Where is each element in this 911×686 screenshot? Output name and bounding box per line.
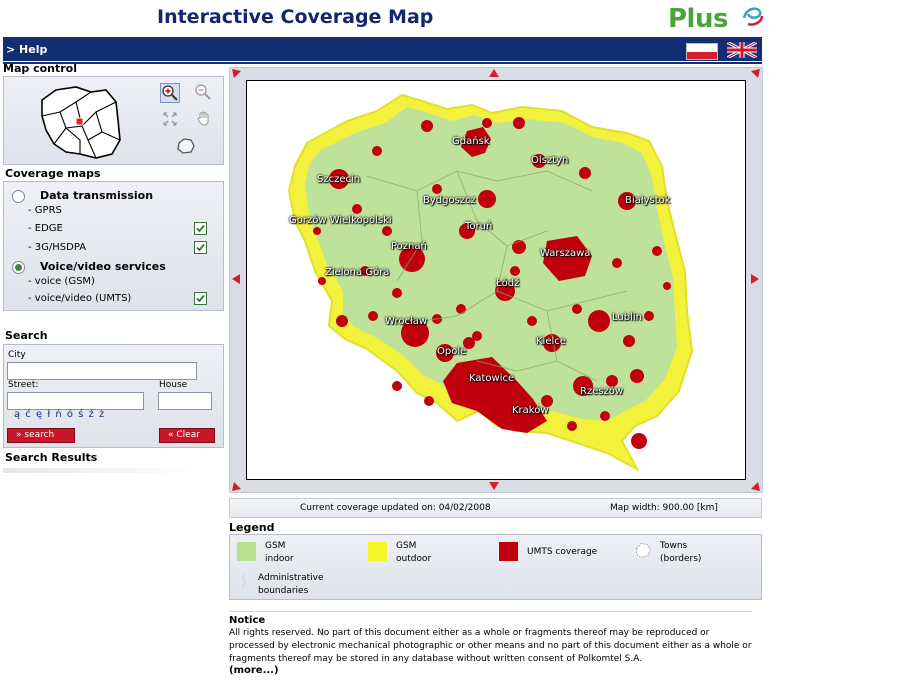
pan-south-arrow-icon[interactable] (489, 482, 499, 490)
uk-flag-icon[interactable] (727, 42, 757, 58)
city-label-rzeszow: Rzeszów (580, 386, 624, 397)
coverage-maps-panel: Data transmission - GPRS - EDGE - 3G/HSD… (3, 181, 224, 311)
select-area-icon[interactable] (176, 137, 195, 155)
search-panel: City Street: House ą ć ę ł ń ó ś ź ż » s… (3, 344, 224, 448)
pan-hand-icon[interactable] (196, 110, 214, 128)
pan-north-arrow-icon[interactable] (489, 69, 499, 77)
special-characters[interactable]: ą ć ę ł ń ó ś ź ż (14, 409, 105, 420)
city-label-wroclaw: Wrocław (385, 316, 428, 327)
voice-video-radio[interactable] (12, 261, 25, 274)
street-input[interactable] (7, 392, 144, 410)
city-label-opole: Opole (437, 346, 467, 357)
top-bar: > Help (3, 37, 762, 64)
umts-swatch (499, 542, 518, 561)
city-label-bydgoszcz: Bydgoszcz (423, 195, 476, 206)
logo-text: Plus (668, 4, 728, 34)
more-link[interactable]: (more...) (229, 665, 279, 676)
gsm-outdoor-label-2: outdoor (396, 554, 432, 564)
pan-southwest-arrow-icon[interactable] (232, 481, 242, 491)
pan-west-arrow-icon[interactable] (232, 274, 240, 284)
towns-borders-icon (636, 543, 651, 558)
data-transmission-label[interactable]: Data transmission (40, 189, 153, 202)
zoom-out-icon[interactable] (194, 83, 212, 101)
city-label-zielona-gora: Zielona Góra (325, 267, 390, 278)
edge-checkbox[interactable] (194, 222, 207, 235)
page-title: Interactive Coverage Map (157, 6, 434, 28)
admin-boundaries-icon (240, 573, 247, 589)
logo-swirl-icon (742, 7, 764, 26)
gsm-indoor-swatch (237, 542, 256, 561)
towns-label-1: Towns (660, 541, 688, 551)
notice-text: All rights reserved. No part of this doc… (229, 628, 752, 664)
hsdpa-label: - 3G/HSDPA (28, 242, 87, 253)
city-label-poznan: Poznań (391, 241, 427, 252)
house-label: House (159, 380, 188, 390)
polish-flag-icon[interactable] (686, 43, 718, 60)
city-label-lodz: Łódź (496, 278, 520, 289)
voice-umts-label: - voice/video (UMTS) (28, 293, 132, 304)
search-heading: Search (5, 329, 48, 342)
map-status-bar: Current coverage updated on: 04/02/2008 … (229, 498, 762, 518)
house-input[interactable] (158, 392, 212, 410)
data-transmission-radio[interactable] (12, 190, 25, 203)
city-label-krakow: Kraków (512, 405, 549, 416)
notice-heading: Notice (229, 615, 266, 626)
city-label-kielce: Kielce (536, 336, 566, 347)
city-input[interactable] (7, 362, 197, 380)
gprs-label: - GPRS (28, 205, 62, 216)
map-width-text: Map width: 900.00 [km] (610, 503, 718, 513)
gsm-indoor-label-2: indoor (265, 554, 294, 564)
city-label: City (8, 350, 26, 360)
admin-boundaries-label-2: boundaries (258, 586, 309, 596)
legend-heading: Legend (229, 521, 275, 534)
pan-northwest-arrow-icon[interactable] (232, 69, 242, 79)
legend-panel: GSM indoor GSM outdoor UMTS coverage Tow… (229, 534, 762, 600)
city-label-gdansk: Gdańsk (452, 136, 490, 147)
map-control-panel (3, 76, 224, 165)
clear-button[interactable]: « Clear (159, 428, 215, 443)
coverage-map[interactable]: Gdańsk Olsztyn Szczecin Bydgoszcz Białys… (246, 80, 746, 480)
admin-boundaries-label-1: Administrative (258, 573, 324, 583)
voice-gsm-label: - voice (GSM) (28, 276, 95, 287)
city-label-olsztyn: Olsztyn (531, 155, 569, 166)
notice-divider (229, 611, 752, 612)
towns-label-2: (borders) (660, 554, 702, 564)
hsdpa-checkbox[interactable] (194, 241, 207, 254)
zoom-in-icon[interactable] (160, 83, 180, 103)
gsm-outdoor-swatch (368, 542, 387, 561)
city-label-torun: Toruń (465, 221, 493, 232)
city-label-gorzow: Gorzów Wielkopolski (289, 215, 392, 226)
results-divider (3, 468, 198, 473)
voice-video-label[interactable]: Voice/video services (40, 260, 166, 273)
pan-southeast-arrow-icon[interactable] (750, 481, 760, 491)
coverage-updated-text: Current coverage updated on: 04/02/2008 (300, 503, 491, 513)
search-button[interactable]: » search (7, 428, 75, 443)
search-results-heading: Search Results (5, 451, 98, 464)
city-label-katowice: Katowice (469, 373, 515, 384)
map-control-heading: Map control (3, 62, 77, 75)
city-label-bialystok: Białystok (625, 195, 671, 206)
coverage-maps-heading: Coverage maps (5, 167, 101, 180)
gsm-indoor-label-1: GSM (265, 541, 286, 551)
help-link[interactable]: > Help (6, 43, 47, 56)
edge-label: - EDGE (28, 223, 63, 234)
voice-umts-checkbox[interactable] (194, 292, 207, 305)
full-extent-icon[interactable] (162, 111, 180, 129)
overview-minimap[interactable] (36, 82, 124, 160)
map-frame: Gdańsk Olsztyn Szczecin Bydgoszcz Białys… (229, 67, 763, 493)
city-label-warszawa: Warszawa (540, 248, 591, 259)
pan-east-arrow-icon[interactable] (751, 274, 759, 284)
city-label-lublin: Lublin (612, 312, 642, 323)
umts-label: UMTS coverage (527, 547, 598, 557)
gsm-outdoor-label-1: GSM (396, 541, 417, 551)
street-label: Street: (8, 380, 39, 390)
plus-logo[interactable]: Plus (668, 2, 768, 34)
city-label-szczecin: Szczecin (317, 174, 361, 185)
pan-northeast-arrow-icon[interactable] (750, 69, 760, 79)
